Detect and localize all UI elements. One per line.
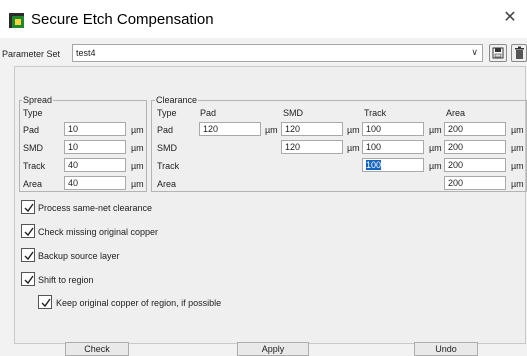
check-missing-copper-checkbox[interactable]	[21, 224, 35, 238]
check-missing-copper-label: Check missing original copper	[38, 227, 159, 237]
apply-button[interactable]: Apply	[237, 342, 309, 356]
parameter-set-dropdown[interactable]: test4 ∨	[72, 44, 483, 62]
process-same-net-label: Process same-net clearance	[38, 203, 153, 213]
spread-pad-input[interactable]: 10	[64, 122, 126, 136]
check-icon	[41, 298, 51, 308]
window-title: Secure Etch Compensation	[31, 11, 214, 28]
undo-button[interactable]: Undo	[414, 342, 478, 356]
spread-smd-unit: µm	[131, 143, 144, 153]
spread-area-unit: µm	[131, 179, 144, 189]
clearance-area-area-input[interactable]: 200	[444, 176, 506, 190]
shift-to-region-label: Shift to region	[38, 275, 94, 285]
unit-label: µm	[429, 143, 442, 153]
check-icon	[24, 203, 34, 213]
spread-type-header: Type	[23, 108, 43, 118]
chevron-down-icon[interactable]: ∨	[471, 47, 478, 58]
check-icon	[24, 227, 34, 237]
spread-pad-label: Pad	[23, 125, 40, 135]
clearance-area-label: Area	[157, 179, 177, 189]
spread-track-input[interactable]: 40	[64, 158, 126, 172]
clearance-col-area: Area	[446, 108, 466, 118]
shift-to-region-checkbox[interactable]	[21, 272, 35, 286]
clearance-smd-smd-input[interactable]: 120	[281, 140, 343, 154]
clearance-pad-pad-input[interactable]: 120	[199, 122, 261, 136]
close-icon[interactable]: ✕	[501, 9, 519, 27]
keep-original-copper-label: Keep original copper of region, if possi…	[56, 298, 222, 308]
spread-track-unit: µm	[131, 161, 144, 171]
spread-track-label: Track	[23, 161, 46, 171]
unit-label: µm	[265, 125, 278, 135]
clearance-col-pad: Pad	[200, 108, 217, 118]
unit-label: µm	[347, 125, 360, 135]
unit-label: µm	[429, 161, 442, 171]
unit-label: µm	[511, 179, 524, 189]
process-same-net-checkbox[interactable]	[21, 200, 35, 214]
spread-area-input[interactable]: 40	[64, 176, 126, 190]
clearance-col-track: Track	[364, 108, 387, 118]
delete-button[interactable]	[511, 44, 527, 62]
clearance-smd-area-input[interactable]: 200	[444, 140, 506, 154]
check-icon	[24, 251, 34, 261]
spread-smd-input[interactable]: 10	[64, 140, 126, 154]
clearance-track-area-input[interactable]: 200	[444, 158, 506, 172]
clearance-pad-track-input[interactable]: 100	[362, 122, 424, 136]
clearance-group-title: Clearance	[155, 95, 199, 105]
clearance-col-smd: SMD	[283, 108, 303, 118]
spread-smd-label: SMD	[23, 143, 43, 153]
unit-label: µm	[429, 125, 442, 135]
unit-label: µm	[511, 125, 524, 135]
spread-pad-unit: µm	[131, 125, 144, 135]
clearance-smd-track-input[interactable]: 100	[362, 140, 424, 154]
selected-text: 100	[366, 160, 382, 170]
clearance-track-track-input[interactable]: 100	[362, 158, 424, 172]
backup-source-layer-label: Backup source layer	[38, 251, 120, 261]
clearance-track-label: Track	[157, 161, 180, 171]
backup-source-layer-checkbox[interactable]	[21, 248, 35, 262]
clearance-pad-area-input[interactable]: 200	[444, 122, 506, 136]
clearance-type-header: Type	[157, 108, 177, 118]
clearance-pad-smd-input[interactable]: 120	[281, 122, 343, 136]
clearance-smd-label: SMD	[157, 143, 177, 153]
keep-original-copper-checkbox[interactable]	[38, 295, 52, 309]
delete-icon	[515, 46, 524, 59]
save-button[interactable]	[489, 44, 507, 62]
unit-label: µm	[511, 143, 524, 153]
spread-group-title: Spread	[22, 95, 54, 105]
app-icon	[9, 13, 24, 28]
parameter-set-label: Parameter Set	[2, 49, 61, 59]
unit-label: µm	[347, 143, 360, 153]
check-icon	[24, 275, 34, 285]
clearance-pad-label: Pad	[157, 125, 174, 135]
save-icon	[492, 47, 504, 59]
parameter-set-value: test4	[76, 48, 96, 58]
check-button[interactable]: Check	[65, 342, 129, 356]
unit-label: µm	[511, 161, 524, 171]
spread-area-label: Area	[23, 179, 43, 189]
